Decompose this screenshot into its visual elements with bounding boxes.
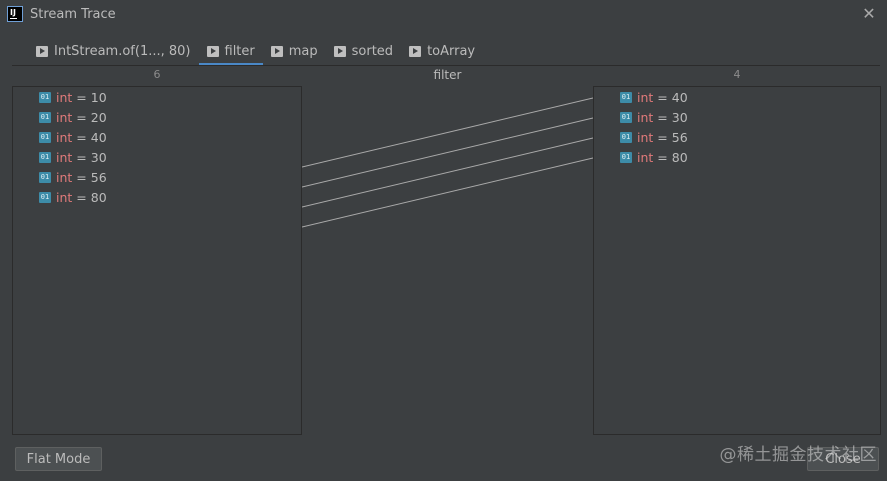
list-item[interactable]: 01 int = 40 (620, 87, 688, 107)
mapping-lines (301, 97, 594, 228)
play-icon (409, 46, 422, 57)
type-keyword: int (637, 129, 654, 145)
close-icon[interactable]: ✕ (860, 5, 878, 23)
intellij-icon: IJ (7, 6, 23, 22)
list-item[interactable]: 01 int = 56 (39, 167, 107, 187)
tab-sorted[interactable]: sorted (326, 38, 401, 65)
tab-label: filter (224, 44, 255, 59)
watermark: @稀土掘金技术社区 (719, 445, 877, 465)
type-keyword: int (56, 109, 73, 125)
tab-divider (12, 65, 880, 66)
type-keyword: int (56, 189, 73, 205)
list-item[interactable]: 01 int = 10 (39, 87, 107, 107)
list-item[interactable]: 01 int = 30 (39, 147, 107, 167)
value-text: = 30 (657, 109, 688, 125)
left-count: 6 (153, 68, 161, 81)
play-icon (206, 46, 219, 57)
value-text: = 10 (76, 89, 107, 105)
title-bar: IJ Stream Trace ✕ (0, 0, 887, 30)
mapping-area (301, 86, 594, 435)
type-keyword: int (56, 169, 73, 185)
type-keyword: int (637, 109, 654, 125)
type-keyword: int (56, 149, 73, 165)
value-icon: 01 (39, 171, 51, 183)
value-text: = 20 (76, 109, 107, 125)
tab-label: toArray (427, 44, 476, 59)
type-keyword: int (637, 149, 654, 165)
right-values-panel[interactable]: 01 int = 40 01 int = 30 01 int = 56 01 i… (593, 86, 881, 435)
type-keyword: int (56, 89, 73, 105)
flat-mode-button[interactable]: Flat Mode (15, 447, 102, 471)
value-icon: 01 (39, 111, 51, 123)
tab-map[interactable]: map (263, 38, 326, 65)
value-text: = 80 (657, 149, 688, 165)
tab-label: IntStream.of(1..., 80) (54, 44, 191, 59)
window-title: Stream Trace (30, 7, 116, 22)
tab-label: map (288, 44, 318, 59)
mapping-line (301, 157, 594, 228)
value-icon: 01 (620, 131, 632, 143)
right-count: 4 (733, 68, 741, 81)
list-item[interactable]: 01 int = 40 (39, 127, 107, 147)
list-item[interactable]: 01 int = 20 (39, 107, 107, 127)
value-icon: 01 (39, 131, 51, 143)
mapping-line (301, 97, 594, 168)
tab-bar: IntStream.of(1..., 80) filter map sorted… (28, 38, 483, 66)
type-keyword: int (56, 129, 73, 145)
list-item[interactable]: 01 int = 30 (620, 107, 688, 127)
mapping-line (301, 117, 594, 188)
value-text: = 80 (76, 189, 107, 205)
operation-label: filter (433, 68, 462, 82)
tab-label: sorted (351, 44, 394, 59)
type-keyword: int (637, 89, 654, 105)
value-text: = 56 (76, 169, 107, 185)
value-icon: 01 (39, 191, 51, 203)
value-text: = 30 (76, 149, 107, 165)
value-icon: 01 (620, 91, 632, 103)
list-item[interactable]: 01 int = 80 (620, 147, 688, 167)
play-icon (36, 46, 48, 57)
left-values-panel[interactable]: 01 int = 10 01 int = 20 01 int = 40 01 i… (12, 86, 302, 435)
tab-intstream-of[interactable]: IntStream.of(1..., 80) (28, 38, 199, 65)
value-text: = 40 (657, 89, 688, 105)
list-item[interactable]: 01 int = 56 (620, 127, 688, 147)
value-text: = 56 (657, 129, 688, 145)
play-icon (333, 46, 346, 57)
value-icon: 01 (39, 151, 51, 163)
value-icon: 01 (620, 151, 632, 163)
mapping-line (301, 137, 594, 208)
play-icon (270, 46, 283, 57)
tab-filter[interactable]: filter (198, 38, 264, 66)
list-item[interactable]: 01 int = 80 (39, 187, 107, 207)
value-icon: 01 (620, 111, 632, 123)
value-icon: 01 (39, 91, 51, 103)
value-text: = 40 (76, 129, 107, 145)
tab-toarray[interactable]: toArray (401, 38, 483, 65)
